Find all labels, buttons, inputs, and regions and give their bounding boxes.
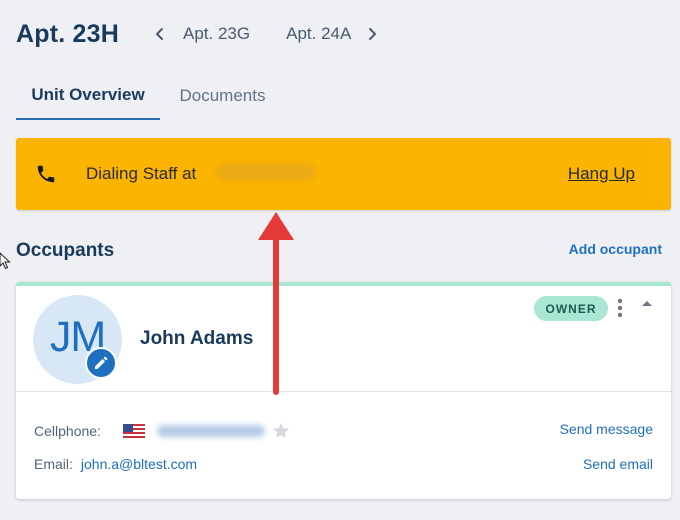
hang-up-button[interactable]: Hang Up	[568, 164, 635, 184]
redacted-phone-number	[216, 164, 316, 180]
chevron-right-icon	[369, 28, 377, 40]
send-message-link[interactable]: Send message	[560, 421, 653, 437]
more-vertical-icon[interactable]	[616, 297, 624, 319]
unit-header: Apt. 23H Apt. 23G Apt. 24A	[16, 18, 379, 50]
send-email-link[interactable]: Send email	[583, 456, 653, 472]
cellphone-label: Cellphone:	[34, 423, 101, 439]
page-title: Apt. 23H	[16, 19, 120, 48]
occupant-card: JM John Adams OWNER Cellphone: Send mess…	[16, 282, 671, 499]
call-banner: Dialing Staff at Hang Up	[16, 138, 671, 210]
redacted-cellphone	[156, 425, 265, 437]
next-unit-label: Apt. 24A	[286, 24, 352, 43]
prev-unit-link[interactable]: Apt. 23G	[153, 24, 250, 44]
tab-documents[interactable]: Documents	[160, 72, 285, 120]
us-flag-icon	[122, 424, 145, 438]
owner-badge: OWNER	[534, 296, 608, 321]
occupant-name: John Adams	[140, 328, 254, 349]
edit-occupant-button[interactable]	[85, 347, 117, 379]
email-row: Email: john.a@bltest.com	[34, 456, 197, 472]
dialing-text: Dialing Staff at	[86, 164, 197, 183]
occupants-heading: Occupants	[16, 240, 115, 261]
chevron-left-icon	[156, 28, 164, 40]
phone-icon	[37, 165, 55, 183]
prev-unit-label: Apt. 23G	[183, 24, 251, 43]
pencil-icon	[95, 356, 108, 369]
card-accent-bar	[16, 282, 671, 286]
cellphone-row: Cellphone:	[34, 421, 291, 441]
tab-unit-overview[interactable]: Unit Overview	[16, 72, 160, 120]
email-label: Email:	[34, 456, 73, 472]
star-icon[interactable]	[271, 421, 291, 441]
next-unit-link[interactable]: Apt. 24A	[286, 24, 379, 44]
tab-bar: Unit Overview Documents	[16, 72, 671, 122]
mouse-cursor-icon	[0, 252, 11, 270]
add-occupant-button[interactable]: Add occupant	[569, 241, 662, 257]
email-link[interactable]: john.a@bltest.com	[81, 456, 197, 472]
card-divider	[16, 391, 671, 392]
chevron-up-icon[interactable]	[640, 297, 654, 309]
